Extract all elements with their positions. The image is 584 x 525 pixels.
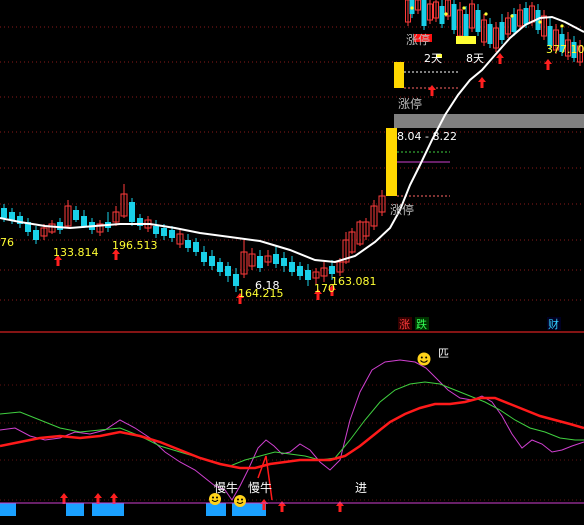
signal-bar-3 bbox=[206, 503, 226, 516]
price-label-4: 6.18 bbox=[255, 279, 280, 292]
days-label-2: 2天 bbox=[424, 52, 442, 65]
top-candle-body-12 bbox=[475, 10, 481, 32]
price-label-1: 133.814 bbox=[53, 246, 99, 259]
candle-body-20 bbox=[161, 228, 167, 236]
candle-body-19 bbox=[153, 226, 159, 234]
candle-body-28 bbox=[225, 266, 231, 276]
signal-bar-1 bbox=[66, 503, 84, 516]
limit-up-label-low: 涨停 bbox=[390, 202, 414, 217]
top-candle-body-20 bbox=[523, 8, 529, 24]
smiley-icon bbox=[234, 495, 246, 507]
candle-body-37 bbox=[297, 266, 303, 276]
candle-body-10 bbox=[81, 216, 87, 226]
candle-body-9 bbox=[73, 210, 79, 220]
limit-box-yellow bbox=[456, 36, 476, 44]
chart-canvas: 76 133.814 196.513 164.215 6.18 170 163.… bbox=[0, 0, 584, 521]
marker-dot-6 bbox=[560, 24, 564, 28]
price-label-6: 163.081 bbox=[331, 275, 377, 288]
candle-body-21 bbox=[169, 230, 175, 238]
candle-body-7 bbox=[57, 222, 63, 230]
marker-dot-0 bbox=[410, 6, 414, 10]
candle-body-38 bbox=[305, 270, 311, 280]
candle-body-32 bbox=[257, 256, 263, 268]
partial-label: 匹 bbox=[438, 347, 449, 360]
days-label-8: 8天 bbox=[466, 52, 484, 65]
candle-body-41 bbox=[329, 266, 335, 274]
candle-body-26 bbox=[209, 256, 215, 266]
limit-up-label-top: 涨停 bbox=[406, 32, 430, 47]
candle-body-4 bbox=[33, 230, 39, 240]
limit-up-label-mid: 涨停 bbox=[398, 96, 422, 111]
candle-body-23 bbox=[185, 240, 191, 248]
top-candle-body-6 bbox=[439, 6, 445, 24]
top-candle-body-16 bbox=[499, 22, 505, 40]
price-range-label: 8.04 - 8.22 bbox=[397, 130, 457, 143]
limit-up-bar-2 bbox=[394, 62, 404, 88]
candle-body-0 bbox=[1, 208, 7, 218]
tag-rise[interactable]: 涨 bbox=[399, 318, 410, 331]
candle-body-27 bbox=[217, 262, 223, 272]
marker-dot-1 bbox=[444, 12, 448, 16]
candle-body-16 bbox=[129, 202, 135, 222]
top-candle-body-14 bbox=[487, 24, 493, 44]
marker-dot-3 bbox=[484, 12, 488, 16]
signal-label-slowbull-1: 慢牛 bbox=[214, 480, 238, 495]
kline-chart: 76 133.814 196.513 164.215 6.18 170 163.… bbox=[0, 0, 584, 521]
price-band-highlight bbox=[394, 114, 584, 128]
candle-body-24 bbox=[193, 242, 199, 252]
signal-bar-0 bbox=[0, 503, 16, 516]
signal-label-enter: 进 bbox=[355, 481, 367, 495]
tag-fall[interactable]: 跌 bbox=[416, 317, 427, 331]
candle-body-25 bbox=[201, 252, 207, 262]
marker-dot-2 bbox=[462, 6, 466, 10]
candle-body-29 bbox=[233, 274, 239, 286]
candle-body-36 bbox=[289, 262, 295, 272]
top-candle-body-3 bbox=[421, 0, 427, 26]
marker-dot-5 bbox=[538, 20, 542, 24]
tag-finance[interactable]: 财 bbox=[548, 317, 559, 331]
smiley-icon bbox=[417, 352, 431, 366]
marker-dot-4 bbox=[510, 14, 514, 18]
price-label-7: 377.10 bbox=[546, 43, 584, 56]
limit-up-bar-1 bbox=[386, 128, 397, 196]
signal-bar-2 bbox=[92, 503, 124, 516]
candle-body-35 bbox=[281, 258, 287, 266]
candle-body-1 bbox=[9, 212, 15, 220]
signal-label-slowbull-2: 慢牛 bbox=[248, 480, 272, 495]
top-candle-body-8 bbox=[451, 4, 457, 30]
price-label-2: 196.513 bbox=[112, 239, 158, 252]
candle-body-34 bbox=[273, 254, 279, 264]
price-label-0: 76 bbox=[0, 236, 14, 249]
